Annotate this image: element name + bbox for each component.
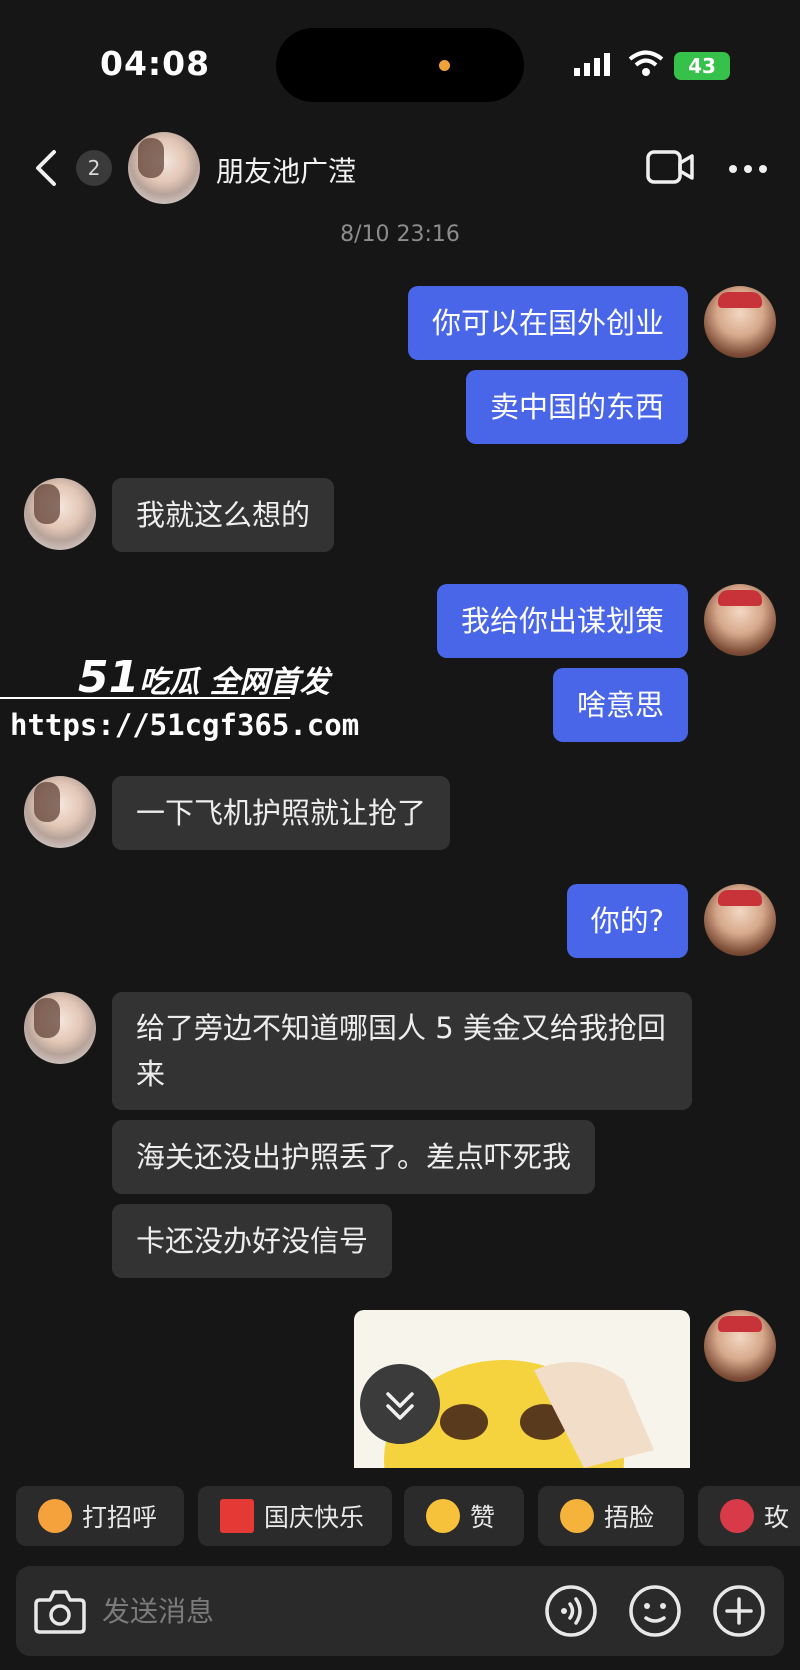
voice-message-icon[interactable] [544, 1584, 598, 1638]
message-bubble-received[interactable]: 海关还没出护照丢了。差点吓死我 [112, 1120, 596, 1194]
thumbs-up-icon [426, 1499, 460, 1533]
cellular-signal-icon [574, 53, 610, 76]
message-input-bar [16, 1566, 784, 1656]
unread-count-badge[interactable]: 2 [76, 150, 112, 186]
watermark-url: https://51cgf365.com [10, 708, 360, 742]
my-avatar[interactable] [704, 884, 776, 956]
message-bubble-sent[interactable]: 卖中国的东西 [465, 370, 688, 444]
message-bubble-received[interactable]: 给了旁边不知道哪国人 5 美金又给我抢回来 [112, 992, 692, 1110]
my-avatar[interactable] [704, 1310, 776, 1382]
quick-reply-chip[interactable]: 赞 [404, 1486, 524, 1546]
message-bubble-sent[interactable]: 你可以在国外创业 [407, 286, 688, 360]
red-flag-icon [220, 1499, 254, 1533]
quick-reply-bar: 打招呼 国庆快乐 赞 捂脸 玫 [0, 1486, 800, 1546]
quick-reply-chip[interactable]: 国庆快乐 [198, 1486, 392, 1546]
wifi-icon [628, 50, 664, 76]
contact-avatar[interactable] [24, 776, 96, 848]
rose-icon [720, 1499, 754, 1533]
message-input[interactable] [102, 1586, 482, 1636]
contact-avatar[interactable] [24, 992, 96, 1064]
double-chevron-down-icon [386, 1392, 414, 1420]
my-avatar[interactable] [704, 286, 776, 358]
my-avatar[interactable] [704, 584, 776, 656]
facepalm-emoji-icon [560, 1499, 594, 1533]
message-bubble-sent[interactable]: 啥意思 [552, 668, 688, 742]
message-bubble-received[interactable]: 我就这么想的 [112, 478, 335, 552]
back-arrow-icon[interactable] [30, 148, 64, 188]
emoji-icon[interactable] [628, 1584, 682, 1638]
chat-header: 2 朋友池广滢 [0, 130, 800, 210]
battery-indicator: 43 [674, 52, 730, 80]
contact-avatar[interactable] [128, 132, 200, 204]
wave-emoji-icon [38, 1499, 72, 1533]
dynamic-island [276, 28, 524, 102]
scroll-to-bottom-button[interactable] [360, 1364, 440, 1444]
message-bubble-received[interactable]: 一下飞机护照就让抢了 [112, 776, 451, 850]
watermark-divider [0, 697, 290, 699]
contact-avatar[interactable] [24, 478, 96, 550]
contact-name[interactable]: 朋友池广滢 [216, 150, 356, 190]
status-time: 04:08 [100, 44, 211, 83]
quick-reply-chip[interactable]: 玫 [698, 1486, 800, 1546]
more-options-icon[interactable] [728, 164, 768, 174]
message-bubble-sent[interactable]: 我给你出谋划策 [436, 584, 688, 658]
message-bubble-received[interactable]: 卡还没办好没信号 [112, 1204, 393, 1278]
message-timestamp: 8/10 23:16 [340, 222, 460, 247]
quick-reply-chip[interactable]: 捂脸 [538, 1486, 684, 1546]
status-bar: 04:08 43 [0, 0, 800, 130]
privacy-indicator-dot [439, 60, 450, 71]
quick-reply-chip[interactable]: 打招呼 [16, 1486, 184, 1546]
video-call-icon[interactable] [646, 148, 694, 186]
watermark-logo: 51吃瓜 全网首发 [78, 652, 330, 703]
camera-icon[interactable] [34, 1586, 86, 1636]
message-bubble-sent[interactable]: 你的? [566, 884, 688, 958]
add-attachment-icon[interactable] [712, 1584, 766, 1638]
